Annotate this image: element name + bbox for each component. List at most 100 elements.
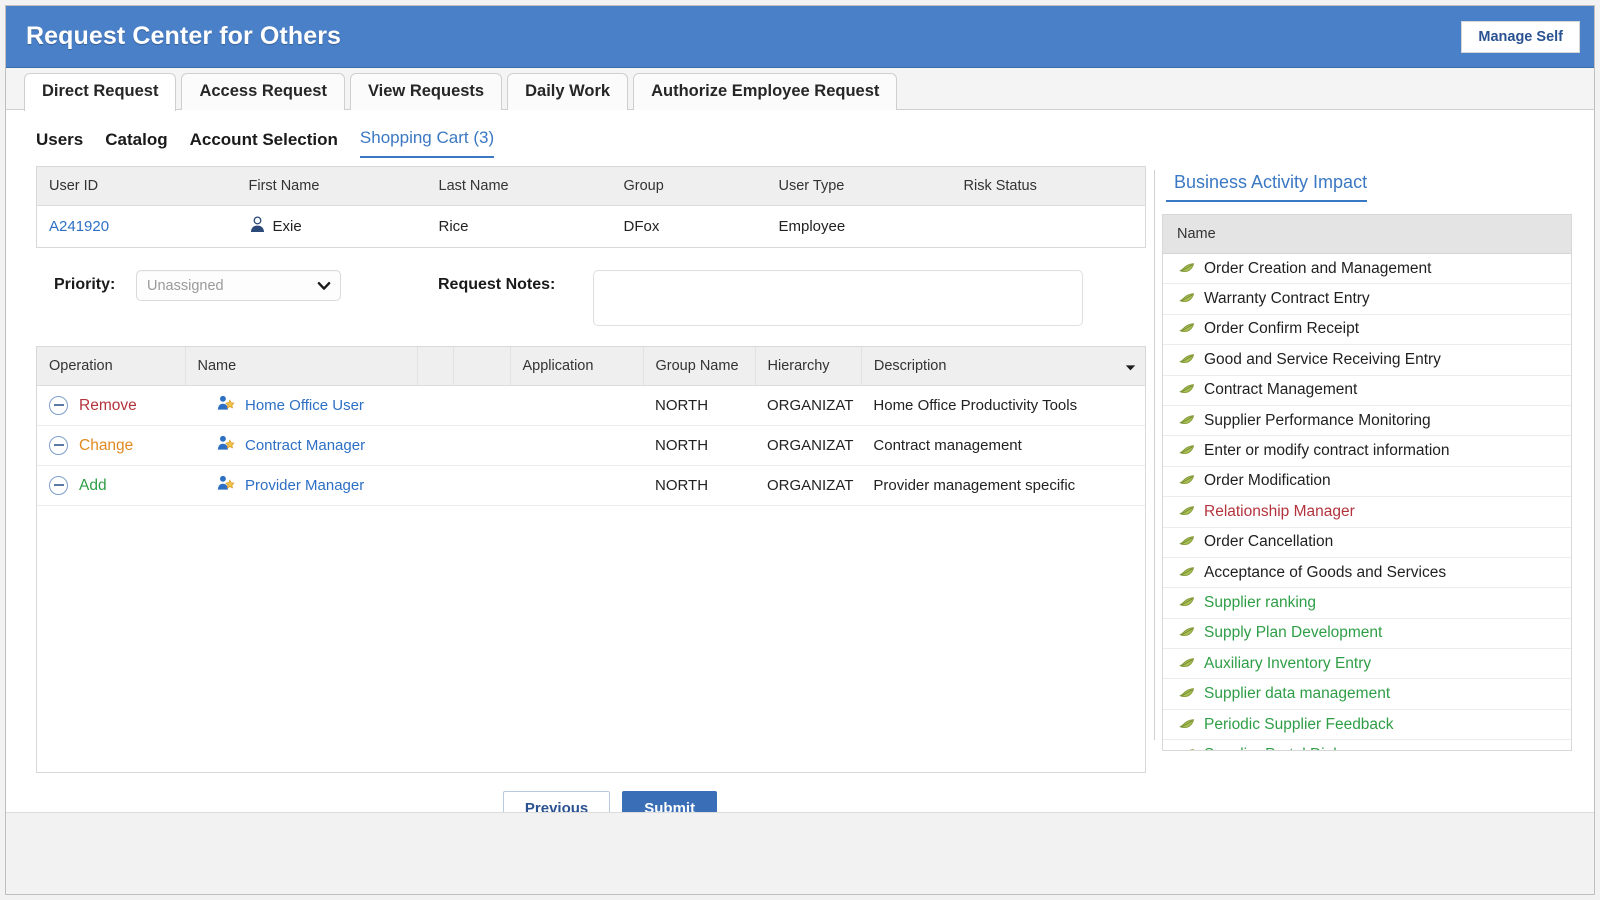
table-row[interactable]: Add Provider Manager NORTH ORGANIZAT Provide…: [37, 465, 1145, 506]
group-cell: DFox: [611, 205, 767, 248]
description-cell: Contract management: [861, 425, 1145, 466]
bai-column-header-name[interactable]: Name: [1163, 215, 1571, 254]
user-col-last-name[interactable]: Last Name: [426, 166, 612, 206]
title-bar: Request Center for Others Manage Self: [6, 6, 1594, 68]
application-cell: [510, 465, 643, 506]
list-item[interactable]: Order Confirm Receipt: [1163, 315, 1571, 346]
description-cell: Home Office Productivity Tools: [861, 385, 1145, 426]
user-col-user-type[interactable]: User Type: [766, 166, 952, 206]
operations-header-row: Operation Name Application Group Name Hi…: [37, 347, 1145, 386]
user-col-risk-status[interactable]: Risk Status: [951, 166, 1146, 206]
ops-col-operation[interactable]: Operation: [37, 347, 186, 386]
list-item[interactable]: Auxiliary Inventory Entry: [1163, 649, 1571, 680]
subnav-item-catalog[interactable]: Catalog: [105, 130, 167, 158]
bai-items-container: Order Creation and Management Warranty Co…: [1163, 254, 1571, 750]
blank-cell-2: [453, 425, 510, 466]
ops-col-blank-2[interactable]: [453, 347, 511, 386]
blank-cell-2: [453, 385, 510, 426]
activity-label: Acceptance of Goods and Services: [1204, 563, 1447, 581]
request-notes-input[interactable]: [593, 270, 1083, 326]
operations-table: Operation Name Application Group Name Hi…: [37, 347, 1145, 506]
role-icon: [217, 395, 236, 416]
user-col-first-name[interactable]: First Name: [236, 166, 427, 206]
tab-view-requests[interactable]: View Requests: [349, 73, 503, 110]
ops-col-description[interactable]: Description: [861, 347, 1145, 386]
remove-row-icon[interactable]: [49, 476, 68, 495]
activity-label: Warranty Contract Entry: [1204, 290, 1370, 308]
table-row[interactable]: A241920 Exie Rice DFox Employee: [36, 205, 1146, 248]
ops-col-group-name[interactable]: Group Name: [643, 347, 756, 386]
blank-cell-2: [453, 465, 510, 506]
panel-title-row: Business Activity Impact: [1162, 166, 1572, 202]
priority-select[interactable]: Unassigned: [136, 270, 341, 301]
subnav-item-users[interactable]: Users: [36, 130, 83, 158]
application-window: Request Center for Others Manage Self Di…: [5, 5, 1595, 895]
description-cell: Provider management specific: [861, 465, 1145, 506]
group-name-cell: NORTH: [643, 465, 755, 506]
activity-leaf-icon: [1179, 290, 1195, 308]
remove-row-icon[interactable]: [49, 396, 68, 415]
request-notes-label: Request Notes:: [438, 276, 556, 293]
activity-leaf-icon: [1179, 594, 1195, 612]
left-column: User ID First Name Last Name Group User …: [36, 166, 1146, 773]
subnav-item-shopping-cart-3[interactable]: Shopping Cart (3): [359, 128, 495, 158]
main-tab-bar: Direct Request Access Request View Request…: [6, 68, 1594, 111]
operation-cell: Add: [37, 465, 185, 506]
operations-table-body: Remove Home Office User NORTH ORGANIZAT Home…: [37, 385, 1145, 506]
user-table: User ID First Name Last Name Group User …: [36, 166, 1146, 248]
tab-access-request[interactable]: Access Request: [181, 73, 345, 110]
list-item[interactable]: Warranty Contract Entry: [1163, 284, 1571, 315]
list-item[interactable]: Order Cancellation: [1163, 528, 1571, 558]
user-col-group[interactable]: Group: [611, 166, 767, 206]
list-item[interactable]: Periodic Supplier Feedback: [1163, 710, 1571, 741]
role-name-cell: Home Office User: [185, 385, 417, 426]
tab-authorize-employee-request[interactable]: Authorize Employee Request: [633, 73, 898, 110]
list-item[interactable]: Order Creation and Management: [1163, 254, 1571, 285]
list-item[interactable]: Acceptance of Goods and Services: [1163, 558, 1571, 589]
user-id-link[interactable]: A241920: [49, 218, 109, 235]
column-divider: [1146, 166, 1162, 773]
user-col-user-id[interactable]: User ID: [36, 166, 237, 206]
list-item[interactable]: Contract Management: [1163, 376, 1571, 406]
window-footer-area: [6, 812, 1594, 894]
ops-col-name[interactable]: Name: [185, 347, 418, 386]
app-root: Request Center for Others Manage Self Di…: [0, 0, 1600, 900]
blank-cell-1: [417, 465, 453, 506]
role-name-link[interactable]: Contract Manager: [245, 437, 365, 454]
ops-col-hierarchy[interactable]: Hierarchy: [755, 347, 862, 386]
list-item[interactable]: Supply Plan Development: [1163, 619, 1571, 650]
manage-self-button[interactable]: Manage Self: [1461, 20, 1580, 53]
list-item[interactable]: Enter or modify contract information: [1163, 436, 1571, 467]
list-item[interactable]: Good and Service Receiving Entry: [1163, 345, 1571, 376]
activity-leaf-icon: [1179, 260, 1195, 278]
activity-label: Order Confirm Receipt: [1204, 320, 1360, 338]
activity-label: Order Cancellation: [1204, 533, 1334, 551]
activity-label: Good and Service Receiving Entry: [1204, 350, 1441, 368]
tab-direct-request[interactable]: Direct Request: [24, 73, 177, 111]
business-activity-impact-title[interactable]: Business Activity Impact: [1166, 166, 1368, 202]
ops-col-blank-1[interactable]: [417, 347, 454, 386]
role-name-link[interactable]: Provider Manager: [245, 477, 364, 494]
list-item[interactable]: Supplier Performance Monitoring: [1163, 406, 1571, 437]
priority-select-wrapper: Unassigned: [136, 270, 341, 301]
user-table-header-row: User ID First Name Last Name Group User …: [36, 166, 1146, 206]
subnav-item-account-selection[interactable]: Account Selection: [190, 130, 338, 158]
list-item[interactable]: Supplier data management: [1163, 679, 1571, 710]
list-item[interactable]: Supplier ranking: [1163, 588, 1571, 619]
activity-leaf-icon: [1179, 442, 1195, 460]
table-row[interactable]: Change Contract Manager NORTH ORGANIZAT Cont…: [37, 425, 1145, 466]
operation-label: Change: [79, 436, 134, 454]
tab-daily-work[interactable]: Daily Work: [507, 73, 629, 110]
remove-row-icon[interactable]: [49, 436, 68, 455]
list-item[interactable]: Order Modification: [1163, 467, 1571, 498]
ops-col-application[interactable]: Application: [510, 347, 644, 386]
table-row[interactable]: Remove Home Office User NORTH ORGANIZAT Home…: [37, 385, 1145, 426]
role-name-link[interactable]: Home Office User: [245, 397, 364, 414]
activity-label: Supplier Portal Dialogue: [1204, 746, 1371, 750]
activity-label: Contract Management: [1204, 381, 1358, 399]
list-item[interactable]: Relationship Manager: [1163, 497, 1571, 528]
business-activity-impact-list: Name Order Creation and Management Warran…: [1162, 214, 1572, 751]
list-item[interactable]: Supplier Portal Dialogue: [1163, 740, 1571, 750]
column-menu-caret-icon[interactable]: [1125, 360, 1136, 376]
sub-navigation: Users Catalog Account Selection Shopping Ca…: [6, 110, 1594, 158]
